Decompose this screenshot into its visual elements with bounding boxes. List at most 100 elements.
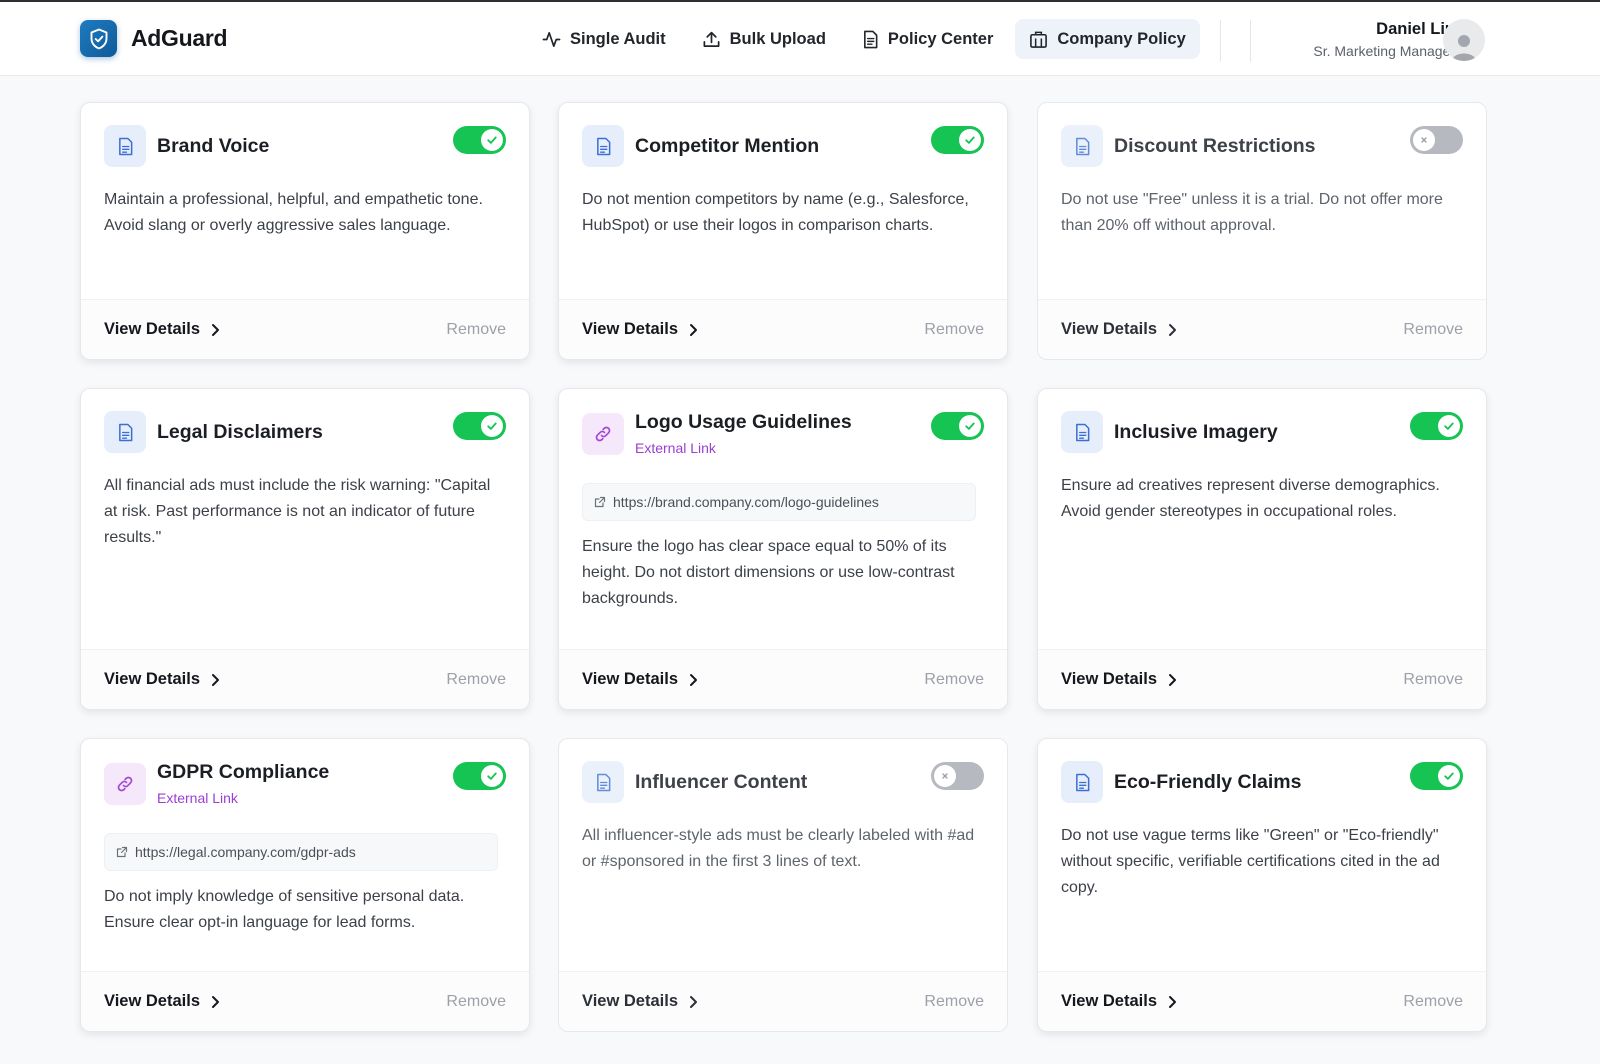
remove-button[interactable]: Remove (446, 671, 506, 689)
card-header: Inclusive Imagery (1061, 411, 1278, 453)
user-role: Sr. Marketing Manager (1313, 43, 1455, 59)
document-icon (1061, 761, 1103, 803)
remove-button[interactable]: Remove (1403, 321, 1463, 339)
card-footer: View Details Remove (559, 299, 1007, 359)
document-icon (582, 125, 624, 167)
policy-toggle[interactable] (453, 126, 506, 154)
policy-card-legal-disclaimers: Legal Disclaimers All financial ads must… (80, 388, 530, 710)
document-icon (582, 761, 624, 803)
chevron-right-icon (690, 995, 697, 1008)
policy-toggle[interactable] (1410, 126, 1463, 154)
policy-toggle[interactable] (1410, 412, 1463, 440)
external-url[interactable]: https://brand.company.com/logo-guideline… (582, 483, 976, 521)
nav-policy-center[interactable]: Policy Center (848, 19, 1007, 59)
remove-button[interactable]: Remove (446, 321, 506, 339)
check-icon (1438, 765, 1460, 787)
external-link-label: External Link (635, 440, 716, 456)
external-link-icon (594, 496, 606, 508)
external-url-text: https://brand.company.com/logo-guideline… (613, 494, 879, 510)
policy-description: Maintain a professional, helpful, and em… (104, 191, 483, 234)
card-header: Brand Voice (104, 125, 269, 167)
view-details-button[interactable]: View Details (582, 320, 698, 339)
view-details-button[interactable]: View Details (1061, 670, 1177, 689)
link-icon (582, 412, 624, 455)
policy-toggle[interactable] (931, 412, 984, 440)
remove-button[interactable]: Remove (924, 671, 984, 689)
chevron-right-icon (690, 323, 697, 336)
policy-title: Legal Disclaimers (157, 420, 323, 443)
view-details-button[interactable]: View Details (582, 992, 698, 1011)
check-icon (481, 415, 503, 437)
nav-company-policy[interactable]: Company Policy (1015, 19, 1200, 59)
card-header: Legal Disclaimers (104, 411, 323, 453)
policy-toggle[interactable] (931, 126, 984, 154)
remove-button[interactable]: Remove (924, 321, 984, 339)
nav-divider (1220, 20, 1221, 62)
policy-card-competitor-mention: Competitor Mention Do not mention compet… (558, 102, 1008, 360)
nav-company-policy-label: Company Policy (1057, 29, 1186, 48)
view-details-button[interactable]: View Details (104, 670, 220, 689)
brand-name: AdGuard (131, 25, 228, 51)
policy-toggle[interactable] (453, 762, 506, 790)
user-info[interactable]: Daniel Liu Sr. Marketing Manager (1313, 20, 1455, 59)
nav-bulk-upload[interactable]: Bulk Upload (688, 19, 840, 59)
chevron-right-icon (212, 995, 219, 1008)
link-icon (104, 762, 146, 805)
policy-toggle[interactable] (931, 762, 984, 790)
view-details-button[interactable]: View Details (582, 670, 698, 689)
nav-bulk-upload-label: Bulk Upload (729, 29, 826, 48)
nav-divider (1250, 20, 1251, 62)
policy-card-logo-usage-guidelines: Logo Usage Guidelines External Link http… (558, 388, 1008, 710)
chevron-right-icon (1169, 995, 1176, 1008)
external-link-icon (116, 846, 128, 858)
brand[interactable]: AdGuard (80, 20, 228, 57)
card-header: Influencer Content (582, 761, 807, 803)
card-title-group: Logo Usage Guidelines External Link (635, 411, 852, 456)
card-title-group: GDPR Compliance External Link (157, 761, 329, 806)
policy-toggle[interactable] (453, 412, 506, 440)
shield-icon (80, 20, 117, 57)
view-details-button[interactable]: View Details (104, 320, 220, 339)
card-header: Competitor Mention (582, 125, 819, 167)
x-icon (934, 765, 956, 787)
user-icon (1452, 35, 1476, 61)
policy-card-discount-restrictions: Discount Restrictions Do not use "Free" … (1037, 102, 1487, 360)
view-details-label: View Details (104, 992, 200, 1010)
card-footer: View Details Remove (81, 971, 529, 1031)
avatar[interactable] (1443, 19, 1485, 61)
view-details-label: View Details (104, 670, 200, 688)
policy-description: Do not mention competitors by name (e.g.… (582, 191, 969, 234)
remove-button[interactable]: Remove (1403, 671, 1463, 689)
remove-button[interactable]: Remove (446, 993, 506, 1011)
check-icon (481, 765, 503, 787)
nav-policy-center-label: Policy Center (887, 29, 994, 48)
nav-single-audit[interactable]: Single Audit (528, 19, 680, 59)
policy-card-gdpr-compliance: GDPR Compliance External Link https://le… (80, 738, 530, 1032)
policy-toggle[interactable] (1410, 762, 1463, 790)
view-details-button[interactable]: View Details (104, 992, 220, 1011)
policy-card-inclusive-imagery: Inclusive Imagery Ensure ad creatives re… (1037, 388, 1487, 710)
card-header: GDPR Compliance External Link (104, 761, 329, 806)
policy-description: All financial ads must include the risk … (104, 477, 491, 546)
policy-title: Influencer Content (635, 770, 808, 793)
view-details-label: View Details (582, 992, 678, 1010)
check-icon (959, 129, 981, 151)
check-icon (959, 415, 981, 437)
card-header: Eco-Friendly Claims (1061, 761, 1301, 803)
policy-description: Do not use "Free" unless it is a trial. … (1061, 191, 1443, 234)
view-details-button[interactable]: View Details (1061, 320, 1177, 339)
user-name: Daniel Liu (1376, 20, 1455, 38)
external-url-text: https://legal.company.com/gdpr-ads (135, 844, 356, 860)
policy-title: Inclusive Imagery (1114, 420, 1278, 443)
document-icon (863, 30, 878, 48)
view-details-label: View Details (104, 320, 200, 338)
remove-button[interactable]: Remove (1403, 993, 1463, 1011)
view-details-button[interactable]: View Details (1061, 992, 1177, 1011)
card-footer: View Details Remove (559, 649, 1007, 709)
policy-description: Ensure ad creatives represent diverse de… (1061, 477, 1440, 520)
policy-description: Do not imply knowledge of sensitive pers… (104, 888, 465, 931)
external-url[interactable]: https://legal.company.com/gdpr-ads (104, 833, 498, 871)
external-link-label: External Link (157, 790, 238, 806)
remove-button[interactable]: Remove (924, 993, 984, 1011)
card-header: Discount Restrictions (1061, 125, 1316, 167)
